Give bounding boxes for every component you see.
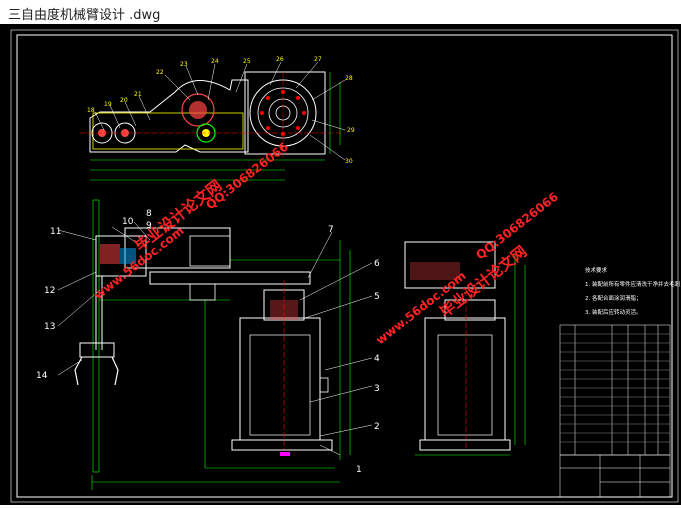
tech-req-1: 1. 装配前所有零件应清洗干净并去毛刺； — [585, 280, 681, 288]
balloon-27: 27 — [314, 56, 322, 63]
balloon-10: 10 — [122, 217, 134, 227]
balloon-6: 6 — [374, 259, 380, 269]
balloon-28: 28 — [345, 75, 353, 82]
balloon-25: 25 — [243, 58, 251, 65]
top-view: 18 19 20 21 22 23 24 25 26 27 28 29 30 — [80, 56, 355, 181]
balloon-19: 19 — [104, 101, 112, 108]
balloon-26: 26 — [276, 56, 284, 63]
balloon-5: 5 — [374, 292, 380, 302]
title-bar: 三自由度机械臂设计 .dwg — [0, 0, 681, 25]
balloon-14: 14 — [36, 371, 48, 381]
watermark-qq-1: QQ:306826066 — [203, 140, 291, 213]
balloon-18: 18 — [87, 107, 95, 114]
balloon-22: 22 — [156, 69, 164, 76]
balloon-8: 8 — [146, 209, 152, 219]
cad-drawing: 18 19 20 21 22 23 24 25 26 27 28 29 30 1… — [10, 29, 681, 503]
balloon-11: 11 — [50, 227, 61, 237]
balloon-4: 4 — [374, 354, 380, 364]
front-view: 1 2 3 4 5 6 7 8 9 10 11 12 13 14 — [36, 199, 380, 490]
balloon-24: 24 — [211, 58, 219, 65]
balloon-21: 21 — [134, 91, 142, 98]
balloon-30: 30 — [345, 158, 353, 165]
parts-list — [559, 324, 671, 498]
technical-notes: 技术要求 1. 装配前所有零件应清洗干净并去毛刺； 2. 各配合面涂润滑脂； 3… — [585, 266, 681, 316]
tech-req-title: 技术要求 — [585, 266, 608, 274]
balloon-20: 20 — [120, 97, 128, 104]
sheet-border — [16, 34, 673, 498]
window-title: 三自由度机械臂设计 .dwg — [8, 8, 161, 23]
cad-canvas[interactable]: 18 19 20 21 22 23 24 25 26 27 28 29 30 1… — [0, 24, 681, 505]
balloon-3: 3 — [374, 384, 380, 394]
balloon-2: 2 — [374, 422, 380, 432]
balloon-7: 7 — [328, 225, 334, 235]
balloon-23: 23 — [180, 61, 188, 68]
balloon-29: 29 — [347, 127, 355, 134]
balloon-13: 13 — [44, 322, 55, 332]
balloon-12: 12 — [44, 286, 55, 296]
tech-req-2: 2. 各配合面涂润滑脂； — [585, 294, 642, 302]
balloon-1: 1 — [356, 465, 362, 475]
tech-req-3: 3. 装配后应转动灵活。 — [585, 308, 642, 316]
